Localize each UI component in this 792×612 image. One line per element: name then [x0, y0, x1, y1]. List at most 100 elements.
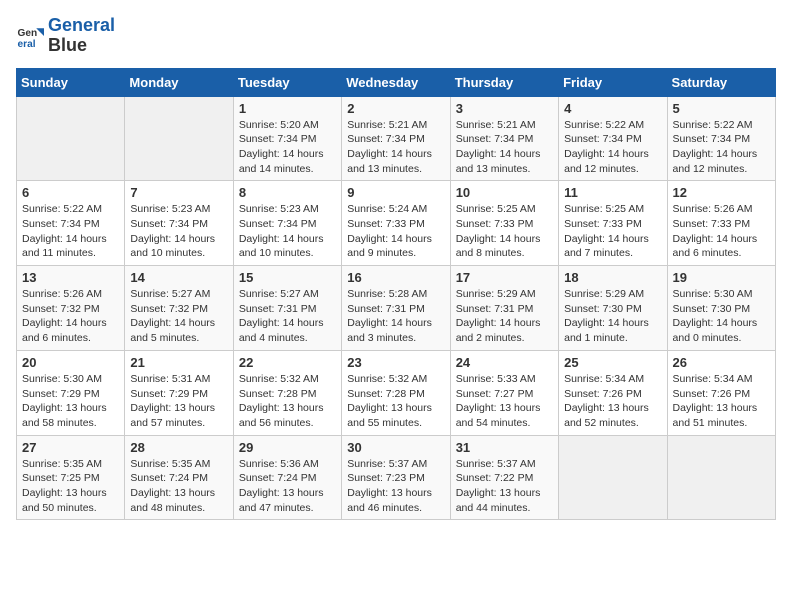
day-info: Sunrise: 5:32 AM Sunset: 7:28 PM Dayligh…: [347, 372, 444, 431]
day-number: 24: [456, 355, 553, 370]
calendar-cell: 9 Sunrise: 5:24 AM Sunset: 7:33 PM Daylig…: [342, 181, 450, 266]
day-info: Sunrise: 5:23 AM Sunset: 7:34 PM Dayligh…: [130, 202, 227, 261]
day-info: Sunrise: 5:34 AM Sunset: 7:26 PM Dayligh…: [564, 372, 661, 431]
day-info: Sunrise: 5:21 AM Sunset: 7:34 PM Dayligh…: [456, 118, 553, 177]
calendar-cell: 12 Sunrise: 5:26 AM Sunset: 7:33 PM Dayli…: [667, 181, 775, 266]
calendar-cell: 4Sunrise: 5:22 AM Sunset: 7:34 PM Daylig…: [559, 96, 667, 181]
day-info: Sunrise: 5:31 AM Sunset: 7:29 PM Dayligh…: [130, 372, 227, 431]
day-number: 12: [673, 185, 770, 200]
calendar-week-row: 1Sunrise: 5:20 AM Sunset: 7:34 PM Daylig…: [17, 96, 776, 181]
calendar-cell: 16 Sunrise: 5:28 AM Sunset: 7:31 PM Dayli…: [342, 266, 450, 351]
calendar-cell: 28 Sunrise: 5:35 AM Sunset: 7:24 PM Dayli…: [125, 435, 233, 520]
day-number: 30: [347, 440, 444, 455]
calendar-body: 1Sunrise: 5:20 AM Sunset: 7:34 PM Daylig…: [17, 96, 776, 520]
logo-icon: Gen eral: [16, 22, 44, 50]
day-number: 22: [239, 355, 336, 370]
day-number: 10: [456, 185, 553, 200]
calendar-cell: 20Sunrise: 5:30 AM Sunset: 7:29 PM Dayli…: [17, 350, 125, 435]
calendar-cell: 25 Sunrise: 5:34 AM Sunset: 7:26 PM Dayli…: [559, 350, 667, 435]
day-info: Sunrise: 5:25 AM Sunset: 7:33 PM Dayligh…: [564, 202, 661, 261]
day-number: 16: [347, 270, 444, 285]
day-info: Sunrise: 5:26 AM Sunset: 7:32 PM Dayligh…: [22, 287, 119, 346]
day-info: Sunrise: 5:34 AM Sunset: 7:26 PM Dayligh…: [673, 372, 770, 431]
day-number: 11: [564, 185, 661, 200]
calendar-cell: 22 Sunrise: 5:32 AM Sunset: 7:28 PM Dayli…: [233, 350, 341, 435]
day-info: Sunrise: 5:21 AM Sunset: 7:34 PM Dayligh…: [347, 118, 444, 177]
day-info: Sunrise: 5:30 AM Sunset: 7:30 PM Dayligh…: [673, 287, 770, 346]
calendar-cell: 10 Sunrise: 5:25 AM Sunset: 7:33 PM Dayli…: [450, 181, 558, 266]
day-number: 15: [239, 270, 336, 285]
calendar-cell: 6 Sunrise: 5:22 AM Sunset: 7:34 PM Daylig…: [17, 181, 125, 266]
calendar-week-row: 6 Sunrise: 5:22 AM Sunset: 7:34 PM Daylig…: [17, 181, 776, 266]
day-number: 25: [564, 355, 661, 370]
calendar-cell: 3 Sunrise: 5:21 AM Sunset: 7:34 PM Daylig…: [450, 96, 558, 181]
day-info: Sunrise: 5:35 AM Sunset: 7:24 PM Dayligh…: [130, 457, 227, 516]
day-info: Sunrise: 5:33 AM Sunset: 7:27 PM Dayligh…: [456, 372, 553, 431]
day-number: 20: [22, 355, 119, 370]
weekday-header: Monday: [125, 68, 233, 96]
day-number: 13: [22, 270, 119, 285]
calendar-cell: 26 Sunrise: 5:34 AM Sunset: 7:26 PM Dayli…: [667, 350, 775, 435]
day-info: Sunrise: 5:24 AM Sunset: 7:33 PM Dayligh…: [347, 202, 444, 261]
calendar-cell: 8 Sunrise: 5:23 AM Sunset: 7:34 PM Daylig…: [233, 181, 341, 266]
day-number: 14: [130, 270, 227, 285]
day-number: 8: [239, 185, 336, 200]
day-info: Sunrise: 5:32 AM Sunset: 7:28 PM Dayligh…: [239, 372, 336, 431]
day-number: 3: [456, 101, 553, 116]
weekday-header: Friday: [559, 68, 667, 96]
day-number: 4: [564, 101, 661, 116]
calendar-cell: 19 Sunrise: 5:30 AM Sunset: 7:30 PM Dayli…: [667, 266, 775, 351]
calendar-cell: 29Sunrise: 5:36 AM Sunset: 7:24 PM Dayli…: [233, 435, 341, 520]
day-number: 1: [239, 101, 336, 116]
calendar-cell: [559, 435, 667, 520]
svg-text:eral: eral: [18, 39, 36, 50]
calendar-cell: 11 Sunrise: 5:25 AM Sunset: 7:33 PM Dayli…: [559, 181, 667, 266]
calendar-cell: 27 Sunrise: 5:35 AM Sunset: 7:25 PM Dayli…: [17, 435, 125, 520]
day-number: 28: [130, 440, 227, 455]
day-number: 23: [347, 355, 444, 370]
calendar-cell: 15 Sunrise: 5:27 AM Sunset: 7:31 PM Dayli…: [233, 266, 341, 351]
weekday-header: Tuesday: [233, 68, 341, 96]
day-info: Sunrise: 5:29 AM Sunset: 7:31 PM Dayligh…: [456, 287, 553, 346]
calendar-header: SundayMondayTuesdayWednesdayThursdayFrid…: [17, 68, 776, 96]
day-info: Sunrise: 5:36 AM Sunset: 7:24 PM Dayligh…: [239, 457, 336, 516]
calendar-cell: 31Sunrise: 5:37 AM Sunset: 7:22 PM Dayli…: [450, 435, 558, 520]
calendar-cell: 17 Sunrise: 5:29 AM Sunset: 7:31 PM Dayli…: [450, 266, 558, 351]
day-info: Sunrise: 5:27 AM Sunset: 7:31 PM Dayligh…: [239, 287, 336, 346]
day-info: Sunrise: 5:37 AM Sunset: 7:22 PM Dayligh…: [456, 457, 553, 516]
day-number: 17: [456, 270, 553, 285]
weekday-header: Thursday: [450, 68, 558, 96]
weekday-header: Sunday: [17, 68, 125, 96]
day-number: 18: [564, 270, 661, 285]
calendar-cell: 7Sunrise: 5:23 AM Sunset: 7:34 PM Daylig…: [125, 181, 233, 266]
day-info: Sunrise: 5:23 AM Sunset: 7:34 PM Dayligh…: [239, 202, 336, 261]
logo-text: GeneralBlue: [48, 16, 115, 56]
day-info: Sunrise: 5:26 AM Sunset: 7:33 PM Dayligh…: [673, 202, 770, 261]
day-number: 27: [22, 440, 119, 455]
day-info: Sunrise: 5:35 AM Sunset: 7:25 PM Dayligh…: [22, 457, 119, 516]
day-info: Sunrise: 5:27 AM Sunset: 7:32 PM Dayligh…: [130, 287, 227, 346]
calendar-cell: [667, 435, 775, 520]
calendar-cell: 13 Sunrise: 5:26 AM Sunset: 7:32 PM Dayli…: [17, 266, 125, 351]
day-info: Sunrise: 5:37 AM Sunset: 7:23 PM Dayligh…: [347, 457, 444, 516]
day-info: Sunrise: 5:22 AM Sunset: 7:34 PM Dayligh…: [22, 202, 119, 261]
day-info: Sunrise: 5:22 AM Sunset: 7:34 PM Dayligh…: [673, 118, 770, 177]
calendar-week-row: 27 Sunrise: 5:35 AM Sunset: 7:25 PM Dayli…: [17, 435, 776, 520]
logo: Gen eral GeneralBlue: [16, 16, 115, 56]
calendar-cell: 18 Sunrise: 5:29 AM Sunset: 7:30 PM Dayli…: [559, 266, 667, 351]
page-header: Gen eral GeneralBlue: [16, 16, 776, 56]
day-number: 26: [673, 355, 770, 370]
day-info: Sunrise: 5:25 AM Sunset: 7:33 PM Dayligh…: [456, 202, 553, 261]
calendar-week-row: 13 Sunrise: 5:26 AM Sunset: 7:32 PM Dayli…: [17, 266, 776, 351]
calendar-cell: 14 Sunrise: 5:27 AM Sunset: 7:32 PM Dayli…: [125, 266, 233, 351]
calendar-cell: 24 Sunrise: 5:33 AM Sunset: 7:27 PM Dayli…: [450, 350, 558, 435]
calendar-cell: 23 Sunrise: 5:32 AM Sunset: 7:28 PM Dayli…: [342, 350, 450, 435]
day-number: 19: [673, 270, 770, 285]
day-info: Sunrise: 5:28 AM Sunset: 7:31 PM Dayligh…: [347, 287, 444, 346]
day-number: 9: [347, 185, 444, 200]
calendar-cell: [125, 96, 233, 181]
day-number: 6: [22, 185, 119, 200]
calendar-cell: 21Sunrise: 5:31 AM Sunset: 7:29 PM Dayli…: [125, 350, 233, 435]
day-info: Sunrise: 5:29 AM Sunset: 7:30 PM Dayligh…: [564, 287, 661, 346]
weekday-header: Saturday: [667, 68, 775, 96]
